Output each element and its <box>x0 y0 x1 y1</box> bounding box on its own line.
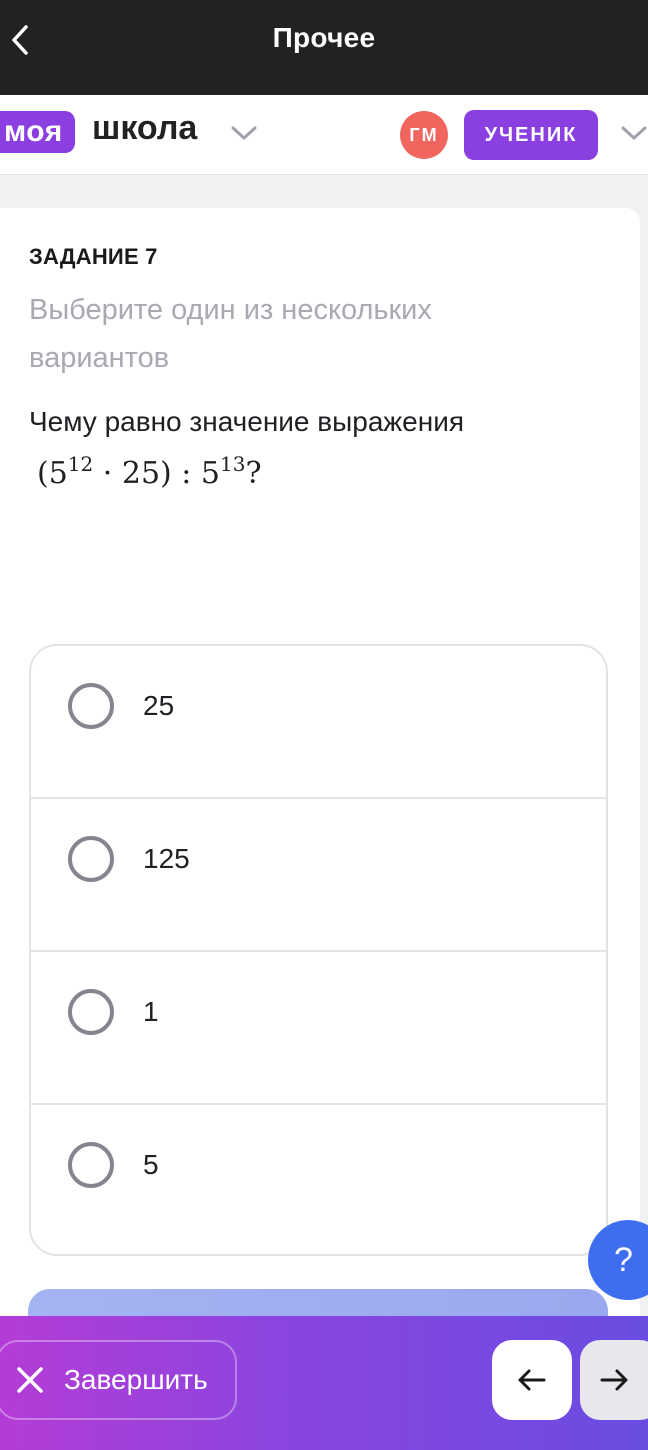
previous-button[interactable] <box>492 1340 572 1420</box>
question-text: Чему равно значение выражения <box>29 406 464 437</box>
option-label: 25 <box>143 690 175 721</box>
avatar[interactable]: ГМ <box>400 111 448 159</box>
chevron-down-icon[interactable] <box>230 125 258 141</box>
radio-button[interactable] <box>68 1142 114 1188</box>
page-title: Прочее <box>272 22 376 53</box>
answer-option[interactable]: 125 <box>31 799 606 952</box>
formula-part: · 25) : 5 <box>93 456 221 491</box>
formula-exponent: 13 <box>220 452 246 476</box>
option-label: 5 <box>143 1149 159 1180</box>
formula-exponent: 12 <box>67 452 94 476</box>
next-button[interactable] <box>580 1340 648 1420</box>
arrow-right-icon <box>600 1369 628 1391</box>
formula-part: ? <box>245 456 262 491</box>
bottom-bar: Завершить <box>0 1316 648 1450</box>
close-icon <box>17 1367 43 1393</box>
formula-part: (5 <box>37 456 68 491</box>
task-number: ЗАДАНИЕ 7 <box>29 244 158 269</box>
math-formula: (512 · 25) : 513? <box>37 452 262 491</box>
task-hint: Выберите один из нескольких вариантов <box>29 294 432 374</box>
chevron-down-icon[interactable] <box>620 125 648 141</box>
answer-option[interactable]: 25 <box>31 646 606 799</box>
role-badge[interactable]: УЧЕНИК <box>464 110 598 160</box>
logo-shkola: школа <box>92 109 198 147</box>
answer-options: 25 125 1 5 <box>29 644 608 1256</box>
finish-label: Завершить <box>64 1364 208 1395</box>
finish-button[interactable]: Завершить <box>0 1340 237 1420</box>
answer-option[interactable]: 1 <box>31 952 606 1105</box>
top-bar: Прочее <box>0 0 648 95</box>
arrow-left-icon <box>518 1369 546 1391</box>
radio-button[interactable] <box>68 683 114 729</box>
option-label: 125 <box>143 843 190 874</box>
radio-button[interactable] <box>68 989 114 1035</box>
answer-option[interactable]: 5 <box>31 1105 606 1254</box>
app-header: моя школа ГМ УЧЕНИК <box>0 95 648 175</box>
option-label: 1 <box>143 996 159 1027</box>
radio-button[interactable] <box>68 836 114 882</box>
logo-moya: моя <box>0 111 75 153</box>
